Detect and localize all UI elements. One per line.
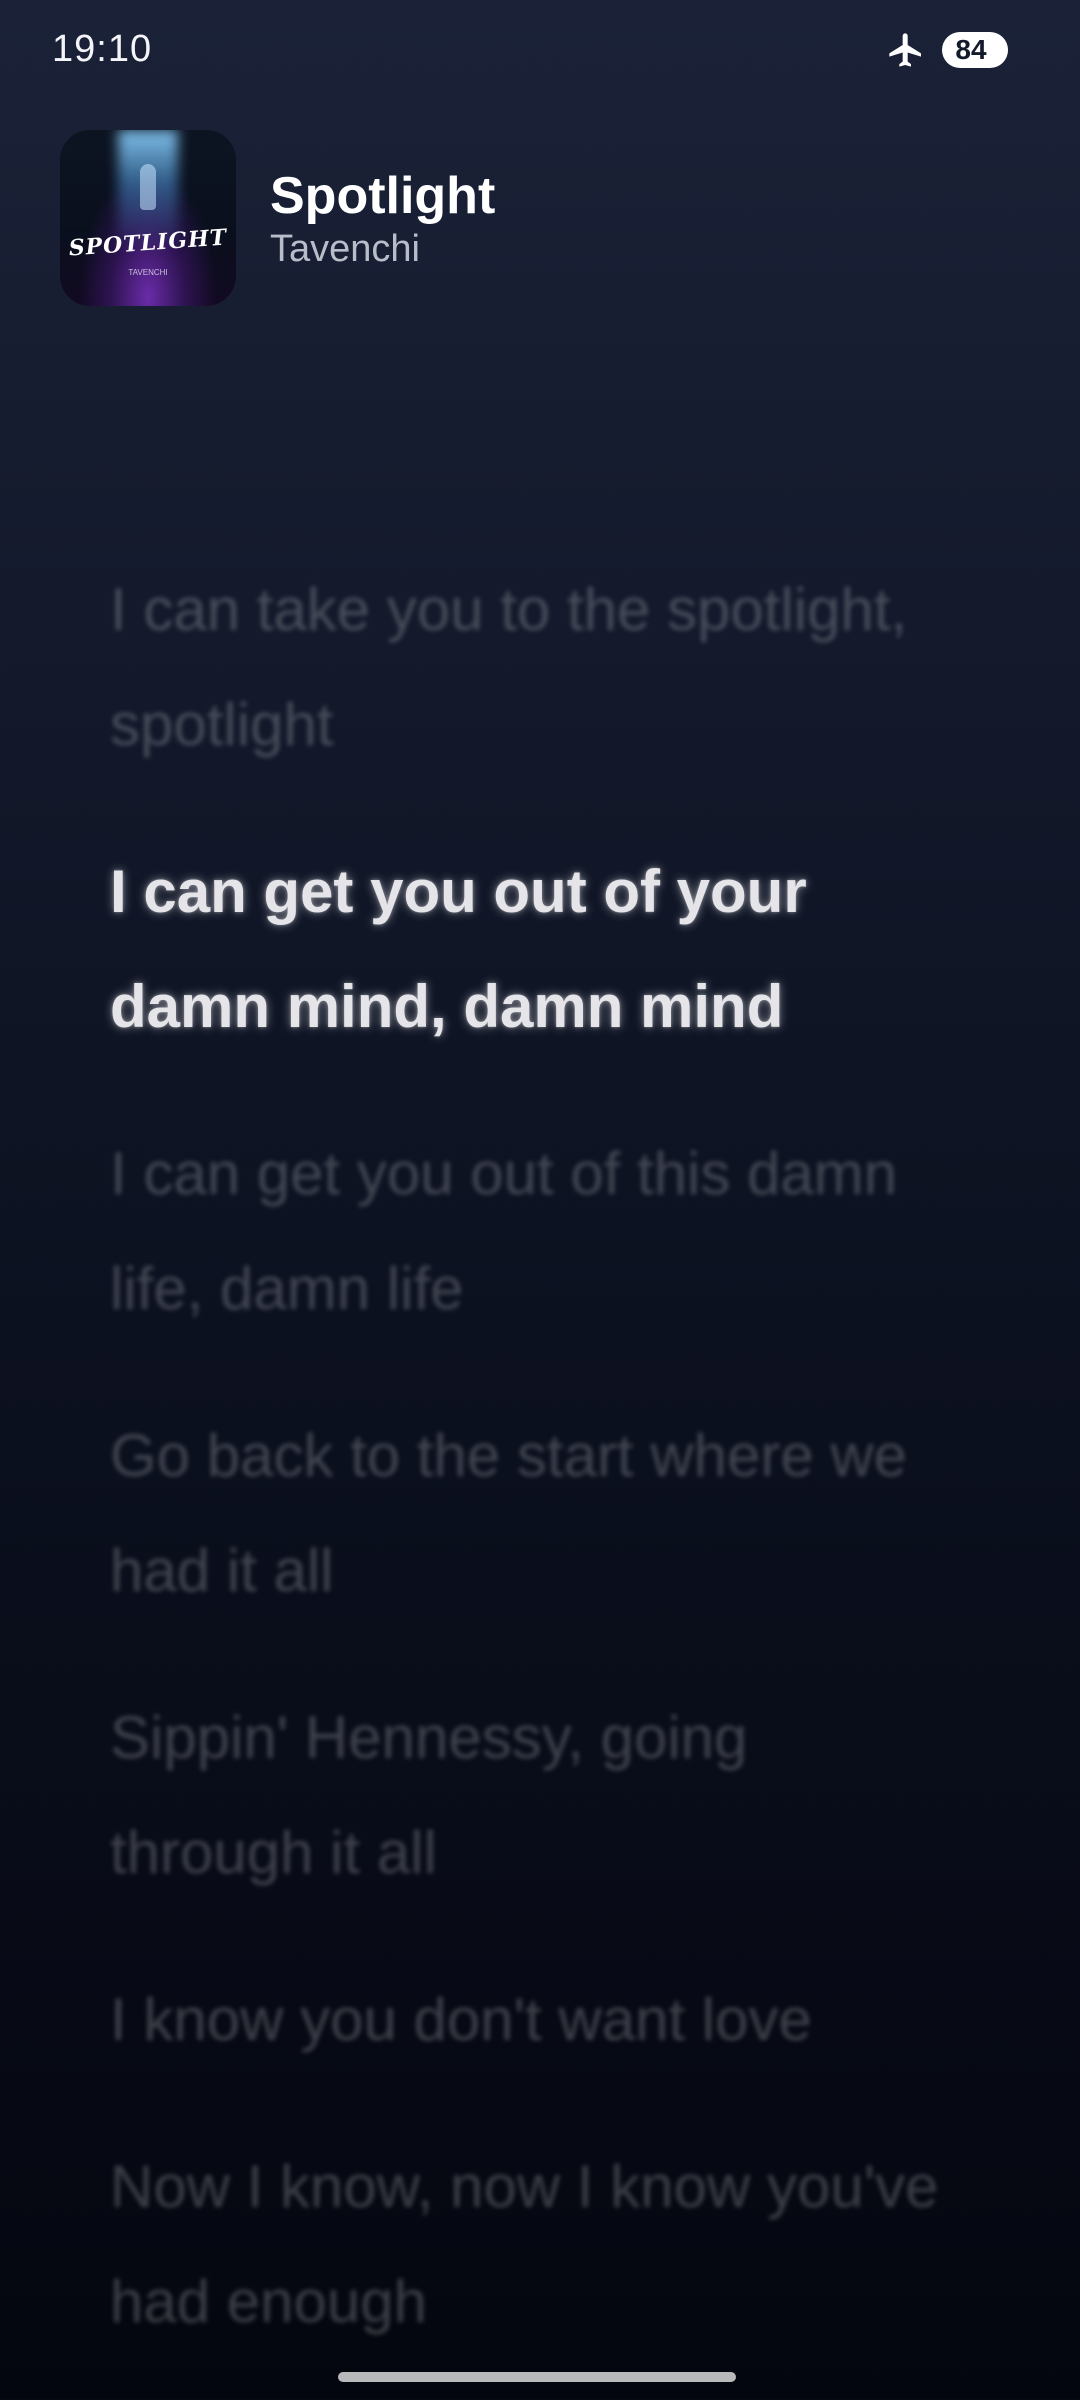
album-art-title: SPOTLIGHT (67, 224, 229, 262)
lyric-line[interactable]: Now I know, now I know you've had enough (110, 2129, 950, 2359)
gesture-nav-handle[interactable] (338, 2372, 736, 2382)
battery-level: 84 (955, 34, 987, 65)
status-time: 19:10 (52, 28, 153, 70)
battery-indicator: 84 (942, 32, 1008, 68)
lyric-line[interactable]: I can take you to the spotlight, spotlig… (110, 552, 950, 782)
lyric-line[interactable]: Sippin' Hennessy, going through it all (110, 1680, 950, 1910)
status-icons: 84 (886, 30, 1008, 70)
track-artist[interactable]: Tavenchi (270, 228, 420, 271)
lyric-line[interactable]: I know you don't want love (110, 1962, 950, 2077)
album-art[interactable]: SPOTLIGHT TAVENCHI (60, 130, 236, 306)
lyric-line[interactable]: Go back to the start where we had it all (110, 1398, 950, 1628)
lyric-line-active[interactable]: I can get you out of your damn mind, dam… (110, 834, 950, 1064)
album-art-figure (140, 164, 156, 210)
status-bar: 19:10 84 (0, 0, 1080, 100)
lyric-line[interactable]: I can get you out of this damn life, dam… (110, 1116, 950, 1346)
airplane-icon (889, 33, 921, 67)
album-art-subtitle: TAVENCHI (128, 268, 168, 277)
lyrics-list: I can take you to the spotlight, spotlig… (110, 552, 950, 2400)
track-title[interactable]: Spotlight (270, 166, 495, 226)
